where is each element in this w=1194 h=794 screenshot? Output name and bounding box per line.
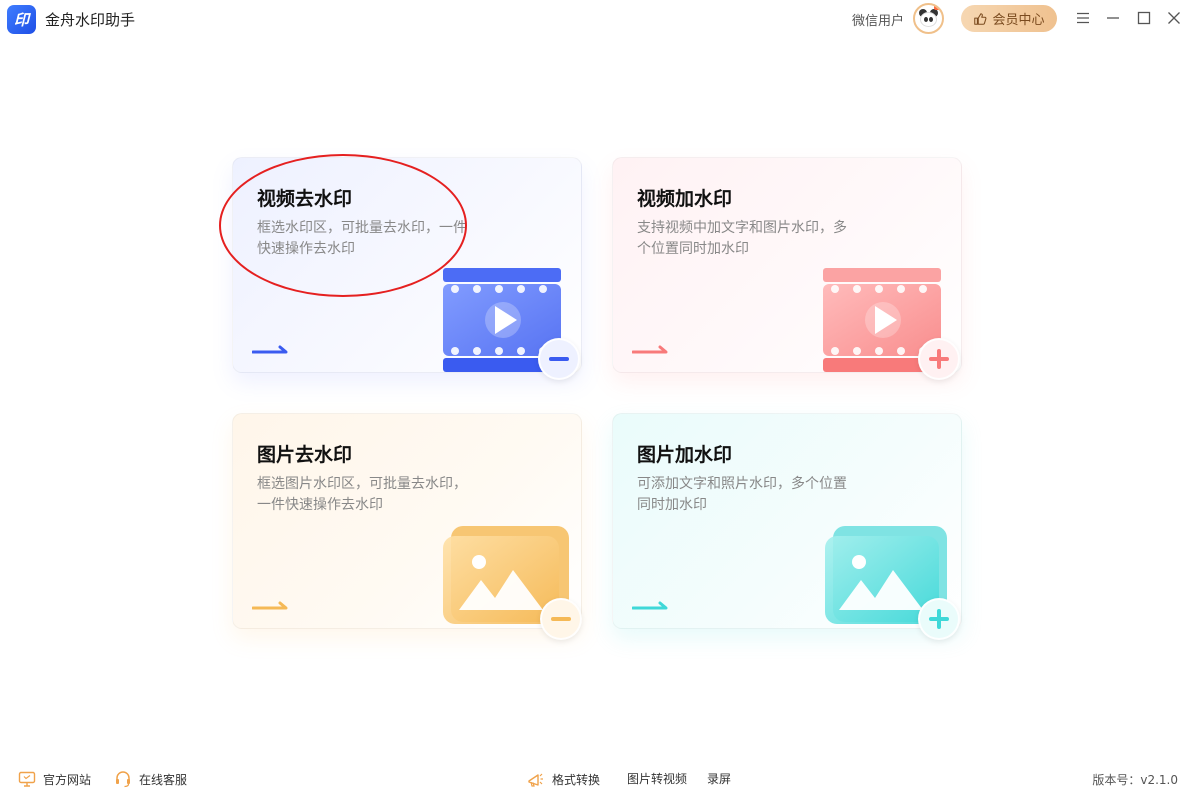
headset-icon — [116, 771, 130, 788]
thumbs-up-icon — [974, 12, 987, 25]
plus-icon — [929, 349, 949, 369]
image-to-video-label: 图片转视频 — [627, 772, 688, 786]
version-text: 版本号：v2.1.0 — [1092, 773, 1178, 787]
card-title: 图片去水印 — [257, 444, 353, 466]
minus-badge — [538, 338, 580, 380]
avatar-crown-icon — [934, 5, 942, 10]
avatar-eye-icon — [924, 17, 928, 22]
maximize-icon — [1137, 11, 1151, 25]
card-video-remove-watermark[interactable]: 视频去水印 框选水印区，可批量去水印，一件快速操作去水印 — [232, 157, 582, 380]
close-button[interactable] — [1164, 8, 1184, 28]
avatar[interactable] — [913, 3, 944, 34]
card-image-remove-watermark[interactable]: 图片去水印 框选图片水印区，可批量去水印，一件快速操作去水印 — [232, 413, 582, 640]
close-icon — [1168, 12, 1180, 24]
maximize-button[interactable] — [1134, 8, 1154, 28]
online-service-label: 在线客服 — [139, 772, 188, 787]
plus-badge — [918, 598, 960, 640]
card-title: 视频去水印 — [257, 188, 353, 210]
bottom-bar: 官方网站 在线客服 格式转换 图片转视频 录屏 版本号：v2.1.0 — [0, 762, 1194, 794]
plus-badge — [918, 338, 960, 380]
app-title: 金舟水印助手 — [45, 11, 136, 29]
card-description: 框选水印区，可批量去水印，一件快速操作去水印 — [257, 220, 467, 257]
vip-center-label: 会员中心 — [992, 13, 1045, 28]
screen-record-link[interactable]: 录屏 — [707, 770, 731, 787]
vip-center-button[interactable]: 会员中心 — [961, 5, 1057, 32]
app-logo: 印 — [7, 5, 36, 34]
card-description: 可添加文字和照片水印，多个位置同时加水印 — [637, 476, 847, 513]
online-service-link[interactable]: 在线客服 — [114, 770, 187, 788]
avatar-eye-icon — [929, 17, 933, 22]
format-convert-link[interactable]: 格式转换 — [527, 770, 600, 788]
minus-icon — [551, 617, 571, 621]
monitor-icon — [18, 771, 36, 787]
card-description: 支持视频中加文字和图片水印，多个位置同时加水印 — [637, 220, 847, 257]
menu-icon — [1077, 12, 1089, 24]
minimize-icon — [1107, 17, 1119, 19]
user-name[interactable]: 微信用户 — [852, 10, 904, 29]
arrow-right-icon — [252, 601, 288, 610]
menu-button[interactable] — [1073, 8, 1093, 28]
minus-badge — [540, 598, 582, 640]
image-to-video-link[interactable]: 图片转视频 — [627, 770, 687, 787]
card-title: 图片加水印 — [637, 444, 733, 466]
format-convert-label: 格式转换 — [552, 772, 601, 787]
screen-record-label: 录屏 — [707, 772, 732, 786]
title-bar: 印 金舟水印助手 微信用户 会员中心 — [0, 0, 1194, 38]
arrow-right-icon — [632, 601, 668, 610]
arrow-right-icon — [632, 345, 668, 354]
card-image-add-watermark[interactable]: 图片加水印 可添加文字和照片水印，多个位置同时加水印 — [612, 413, 962, 640]
minimize-button[interactable] — [1103, 8, 1123, 28]
card-video-add-watermark[interactable]: 视频加水印 支持视频中加文字和图片水印，多个位置同时加水印 — [612, 157, 962, 380]
website-link[interactable]: 官方网站 — [18, 770, 91, 788]
megaphone-icon — [528, 773, 543, 787]
website-label: 官方网站 — [43, 772, 92, 787]
minus-icon — [549, 357, 569, 361]
card-title: 视频加水印 — [637, 188, 733, 210]
card-description: 框选图片水印区，可批量去水印，一件快速操作去水印 — [257, 476, 467, 513]
arrow-right-icon — [252, 345, 288, 354]
plus-icon — [929, 609, 949, 629]
